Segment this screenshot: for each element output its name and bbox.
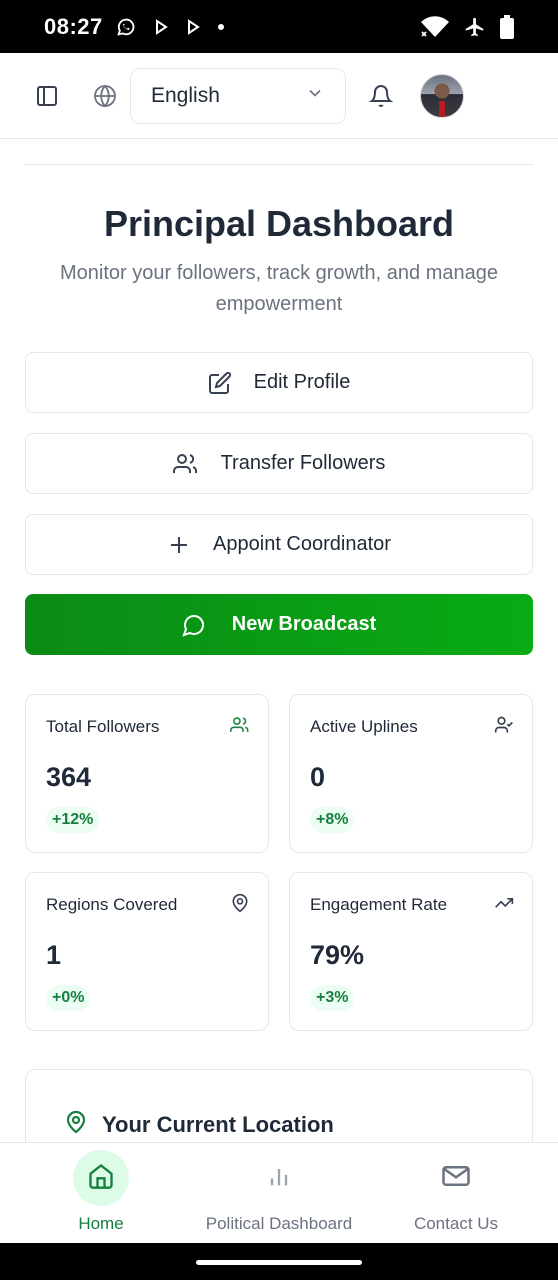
chevron-down-icon — [305, 83, 325, 109]
transfer-followers-label: Transfer Followers — [220, 452, 386, 474]
stat-card-total-followers: Total Followers 364 +12% — [25, 694, 269, 853]
bell-icon[interactable] — [366, 81, 396, 111]
edit-profile-button[interactable]: Edit Profile — [25, 352, 533, 413]
divider — [24, 164, 534, 165]
user-check-icon — [494, 715, 514, 740]
stat-label: Engagement Rate — [310, 895, 448, 914]
nav-item-political-dashboard[interactable]: Political Dashboard — [190, 1143, 368, 1243]
location-title: Your Current Location — [102, 1111, 334, 1137]
stat-card-regions-covered: Regions Covered 1 +0% — [25, 872, 269, 1031]
stat-value: 0 — [310, 762, 326, 792]
language-value: English — [151, 83, 220, 107]
nav-label: Contact Us — [413, 1214, 499, 1233]
language-select[interactable]: English — [130, 67, 346, 124]
plus-icon — [167, 533, 191, 557]
nav-item-home[interactable]: Home — [66, 1143, 136, 1243]
gesture-navigation-bar — [0, 1243, 558, 1280]
stat-card-active-uplines: Active Uplines 0 +8% — [289, 694, 533, 853]
app-screen: English Principal Dashboard Monitor your… — [0, 53, 558, 1243]
transfer-followers-button[interactable]: Transfer Followers — [25, 433, 533, 494]
app-header: English — [0, 53, 558, 139]
page-subtitle: Monitor your followers, track growth, an… — [60, 262, 498, 315]
status-time: 08:27 — [44, 13, 103, 39]
home-icon — [87, 1162, 115, 1195]
page-title: Principal Dashboard — [103, 203, 455, 244]
bottom-navigation: Home Political Dashboard Contact Us — [0, 1142, 558, 1243]
notification-icons — [115, 16, 225, 38]
stat-change-badge: +0% — [46, 985, 91, 1011]
battery-icon — [500, 14, 514, 39]
new-broadcast-button[interactable]: New Broadcast — [25, 594, 533, 655]
stat-card-engagement-rate: Engagement Rate 79% +3% — [289, 872, 533, 1031]
trending-up-icon — [494, 893, 514, 918]
bar-chart-icon — [265, 1162, 293, 1195]
sidebar-toggle-icon[interactable] — [32, 81, 62, 111]
whatsapp-icon — [115, 16, 137, 38]
dot-icon — [217, 23, 225, 31]
users-icon — [172, 452, 199, 476]
airplane-icon — [464, 16, 486, 38]
new-broadcast-label: New Broadcast — [231, 613, 377, 635]
edit-profile-label: Edit Profile — [253, 371, 351, 393]
users-icon — [230, 715, 250, 740]
stat-value: 79% — [310, 940, 365, 970]
stat-change-badge: +12% — [46, 807, 100, 833]
appoint-coordinator-button[interactable]: Appoint Coordinator — [25, 514, 533, 575]
stat-label: Regions Covered — [46, 895, 178, 914]
stat-value: 1 — [46, 940, 62, 970]
avatar[interactable] — [420, 73, 464, 118]
stat-value: 364 — [46, 762, 92, 792]
map-pin-icon — [64, 1110, 88, 1139]
location-header: Your Current Location — [64, 1110, 334, 1139]
play-icon — [185, 18, 201, 35]
play-icon — [153, 18, 169, 35]
message-circle-icon — [182, 613, 206, 637]
nav-active-indicator — [73, 1150, 129, 1206]
stat-change-badge: +3% — [310, 985, 355, 1011]
mail-icon — [441, 1161, 471, 1196]
wifi-icon — [420, 15, 450, 38]
nav-item-contact-us[interactable]: Contact Us — [400, 1143, 512, 1243]
nav-label: Home — [78, 1214, 124, 1233]
globe-icon — [90, 81, 120, 111]
appoint-coordinator-label: Appoint Coordinator — [213, 533, 391, 555]
edit-icon — [208, 371, 232, 395]
nav-label: Political Dashboard — [205, 1214, 353, 1233]
stat-label: Active Uplines — [310, 717, 418, 736]
home-gesture-handle[interactable] — [196, 1260, 362, 1265]
stat-label: Total Followers — [46, 717, 160, 736]
status-bar: 08:27 — [0, 0, 558, 53]
map-pin-icon — [230, 893, 250, 918]
stat-change-badge: +8% — [310, 807, 355, 833]
